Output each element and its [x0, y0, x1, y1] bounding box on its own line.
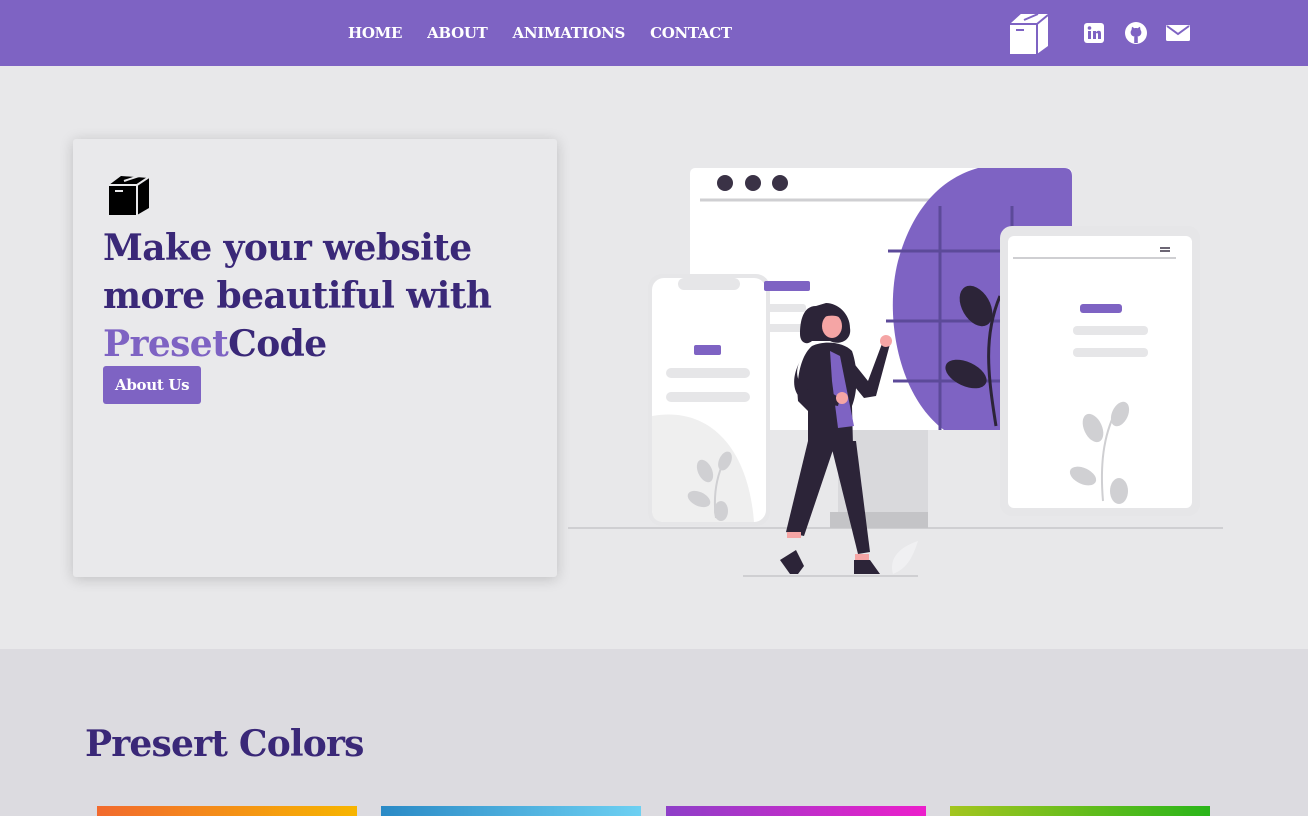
nav-links: HOME ABOUT ANIMATIONS CONTACT — [348, 0, 732, 66]
nav-right — [1007, 10, 1207, 56]
navbar: HOME ABOUT ANIMATIONS CONTACT — [0, 0, 1308, 66]
hero-brand: PresetCode — [103, 320, 543, 368]
github-icon[interactable] — [1123, 20, 1149, 46]
color-swatch[interactable] — [97, 806, 357, 816]
box-icon[interactable] — [1007, 10, 1051, 56]
nav-link-home[interactable]: HOME — [348, 24, 402, 42]
hero-title-line-2: more beautiful with — [103, 275, 492, 317]
nav-link-about[interactable]: ABOUT — [427, 24, 488, 42]
section-title: Presert Colors — [85, 723, 364, 765]
color-swatch[interactable] — [381, 806, 641, 816]
about-us-button[interactable]: About Us — [103, 366, 202, 404]
hero-section: Make your website more beautiful with Pr… — [0, 66, 1308, 649]
color-swatch[interactable] — [666, 806, 926, 816]
color-swatch[interactable] — [950, 806, 1210, 816]
linkedin-icon[interactable] — [1081, 20, 1107, 46]
brand-code: Code — [228, 323, 327, 365]
hero-title: Make your website more beautiful with Pr… — [103, 224, 543, 368]
hero-title-line-1: Make your website — [103, 227, 472, 269]
mail-icon[interactable] — [1165, 20, 1191, 46]
box-icon — [109, 175, 150, 215]
hero-illustration — [568, 168, 1223, 577]
brand-preset: Preset — [103, 323, 229, 365]
nav-link-animations[interactable]: ANIMATIONS — [512, 24, 625, 42]
hero-card: Make your website more beautiful with Pr… — [73, 139, 557, 577]
nav-link-contact[interactable]: CONTACT — [650, 24, 732, 42]
preset-colors-section: Presert Colors — [0, 649, 1308, 816]
